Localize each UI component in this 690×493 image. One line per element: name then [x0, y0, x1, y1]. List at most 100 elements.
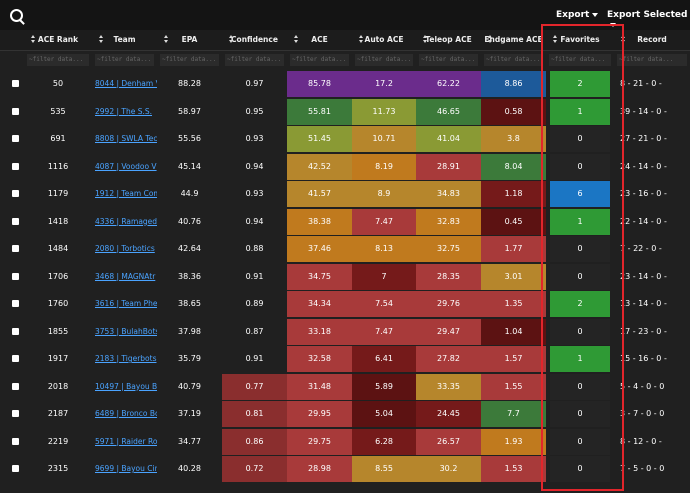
cell-team[interactable]: 2183 | Tigerbots	[92, 346, 157, 372]
cell-epa: 88.28	[178, 79, 201, 88]
table-row[interactable]: 1760 3616 | Team Phe 38.65 0.89 34.34 7.54 29.…	[0, 290, 690, 318]
cell-record: 23 - 14 - 0 -	[620, 271, 667, 281]
table-row[interactable]: 1179 1912 | Team Com 44.9 0.93 41.57 8.9 34.83…	[0, 180, 690, 208]
cell-team[interactable]: 2080 | Torbotics	[92, 236, 157, 262]
cell-ace: 28.98	[287, 456, 352, 482]
cell-team[interactable]: 10497 | Bayou B	[92, 374, 157, 400]
table-row[interactable]: 2315 9699 | Bayou Cir 40.28 0.72 28.98 8.55 30…	[0, 455, 690, 483]
sort-icon[interactable]	[621, 35, 626, 45]
column-header-epa[interactable]: EPA	[157, 30, 222, 50]
sort-icon[interactable]	[31, 35, 36, 45]
row-checkbox[interactable]	[12, 437, 19, 445]
filter-input-teleop_ace[interactable]: ~filter data...	[419, 54, 478, 66]
cell-ace_rank: 1116	[47, 161, 69, 171]
cell-team[interactable]: 9699 | Bayou Cir	[92, 456, 157, 482]
export-selected-button[interactable]: Export Selected	[607, 10, 690, 30]
cell-team[interactable]: 8044 | Denham V	[92, 71, 157, 97]
column-header-ace[interactable]: ACE	[287, 30, 352, 50]
sort-icon[interactable]	[553, 35, 558, 45]
cell-team[interactable]: 8808 | SWLA Tec	[92, 126, 157, 152]
row-checkbox[interactable]	[12, 465, 19, 472]
cell-ace: 34.34	[287, 291, 352, 317]
cell-team[interactable]: 6489 | Bronco Bo	[92, 401, 157, 427]
row-checkbox[interactable]	[12, 162, 19, 170]
row-checkbox[interactable]	[12, 410, 19, 417]
row-checkbox[interactable]	[12, 135, 19, 142]
sort-icon[interactable]	[229, 35, 234, 45]
filter-input-endgame_ace[interactable]: ~filter data...	[484, 54, 543, 66]
table-row[interactable]: 50 8044 | Denham V 88.28 0.97 85.78 17.2 62.22…	[0, 70, 690, 98]
row-checkbox[interactable]	[12, 217, 19, 225]
cell-record: 13 - 14 - 0 -	[620, 299, 667, 308]
table-row[interactable]: 1418 4336 | Ramaged 40.76 0.94 38.38 7.47 32.8…	[0, 208, 690, 236]
cell-favorites: 2	[550, 291, 610, 317]
row-checkbox[interactable]	[12, 327, 19, 335]
table-row[interactable]: 1855 3753 | BulahBots 37.98 0.87 33.18 7.47 29…	[0, 318, 690, 346]
cell-team[interactable]: 3616 | Team Phe	[92, 291, 157, 317]
export-button[interactable]: Export	[556, 10, 599, 20]
table-row[interactable]: 691 8808 | SWLA Tec 55.56 0.93 51.45 10.71 41.…	[0, 125, 690, 153]
column-header-confidence[interactable]: Confidence	[222, 30, 287, 50]
sort-icon[interactable]	[359, 35, 364, 45]
row-checkbox[interactable]	[12, 355, 19, 362]
table-row[interactable]: 535 2992 | The S.S. 58.97 0.95 55.81 11.73 46.…	[0, 98, 690, 126]
table-row[interactable]: 1116 4087 | Voodoo V 45.14 0.94 42.52 8.19 28.…	[0, 153, 690, 181]
cell-team[interactable]: 4336 | Ramaged	[92, 209, 157, 235]
sort-icon[interactable]	[423, 35, 428, 45]
sort-icon[interactable]	[99, 35, 104, 45]
filter-input-ace_rank[interactable]: ~filter data...	[27, 54, 89, 66]
table-row[interactable]: 2219 5971 | Raider Ro 34.77 0.86 29.75 6.28 26…	[0, 428, 690, 456]
filter-input-record[interactable]: ~filter data...	[617, 54, 687, 66]
table-row[interactable]: 1484 2080 | Torbotics 42.64 0.88 37.46 8.13 32…	[0, 235, 690, 263]
column-header-record[interactable]: Record	[614, 30, 690, 50]
cell-endgame_ace: 1.04	[481, 318, 546, 345]
column-header-favorites[interactable]: Favorites	[546, 30, 614, 50]
column-header-team[interactable]: Team	[92, 30, 157, 50]
table-row[interactable]: 2018 10497 | Bayou B 40.79 0.77 31.48 5.89 33.…	[0, 373, 690, 401]
cell-team[interactable]: 4087 | Voodoo V	[92, 154, 157, 180]
cell-team[interactable]: 5971 | Raider Ro	[92, 429, 157, 455]
cell-ace: 38.38	[287, 208, 352, 235]
row-checkbox[interactable]	[12, 300, 19, 307]
cell-team[interactable]: 3753 | BulahBots	[92, 319, 157, 345]
cell-record: 15 - 16 - 0 -	[620, 354, 667, 363]
column-header-ace_rank[interactable]: ACE Rank	[24, 30, 92, 50]
cell-epa: 58.97	[178, 106, 201, 116]
table-row[interactable]: 2187 6489 | Bronco Bo 37.19 0.81 29.95 5.04 24…	[0, 400, 690, 428]
cell-team[interactable]: 2992 | The S.S.	[92, 99, 157, 125]
column-header-auto_ace[interactable]: Auto ACE	[352, 30, 416, 50]
filter-input-team[interactable]: ~filter data...	[95, 54, 154, 66]
cell-endgame_ace: 1.35	[481, 291, 546, 317]
sort-icon[interactable]	[488, 35, 493, 45]
filter-input-epa[interactable]: ~filter data...	[160, 54, 219, 66]
filter-input-confidence[interactable]: ~filter data...	[225, 54, 284, 66]
cell-record: 8 - 21 - 0 -	[620, 79, 662, 88]
row-checkbox[interactable]	[12, 245, 19, 252]
row-checkbox[interactable]	[12, 190, 19, 197]
cell-auto_ace: 6.41	[352, 346, 416, 372]
cell-favorites: 1	[550, 98, 610, 125]
cell-endgame_ace: 8.86	[481, 71, 546, 97]
table-row[interactable]: 1917 2183 | Tigerbots 35.79 0.91 32.58 6.41 27…	[0, 345, 690, 373]
cell-team[interactable]: 3468 | MAGNAtr	[92, 264, 157, 290]
filter-input-auto_ace[interactable]: ~filter data...	[355, 54, 413, 66]
cell-teleop_ace: 33.35	[416, 373, 481, 400]
sort-icon[interactable]	[294, 35, 299, 45]
cell-ace_rank: 1917	[47, 354, 69, 363]
column-header-teleop_ace[interactable]: Teleop ACE	[416, 30, 481, 50]
sort-icon[interactable]	[164, 35, 169, 45]
row-checkbox[interactable]	[12, 107, 19, 115]
filter-input-ace[interactable]: ~filter data...	[290, 54, 349, 66]
cell-teleop_ace: 28.91	[416, 153, 481, 180]
cell-record: 7 - 5 - 0 - 0	[620, 464, 665, 473]
cell-endgame_ace: 1.18	[481, 181, 546, 207]
table-row[interactable]: 1706 3468 | MAGNAtr 38.36 0.91 34.75 7 28.35 3.…	[0, 263, 690, 291]
column-header-endgame_ace[interactable]: Endgame ACE	[481, 30, 546, 50]
search-icon[interactable]	[10, 9, 23, 22]
cell-teleop_ace: 27.82	[416, 346, 481, 372]
row-checkbox[interactable]	[12, 272, 19, 280]
filter-input-favorites[interactable]: ~filter data...	[549, 54, 611, 66]
row-checkbox[interactable]	[12, 382, 19, 390]
row-checkbox[interactable]	[12, 80, 19, 87]
cell-team[interactable]: 1912 | Team Com	[92, 181, 157, 207]
